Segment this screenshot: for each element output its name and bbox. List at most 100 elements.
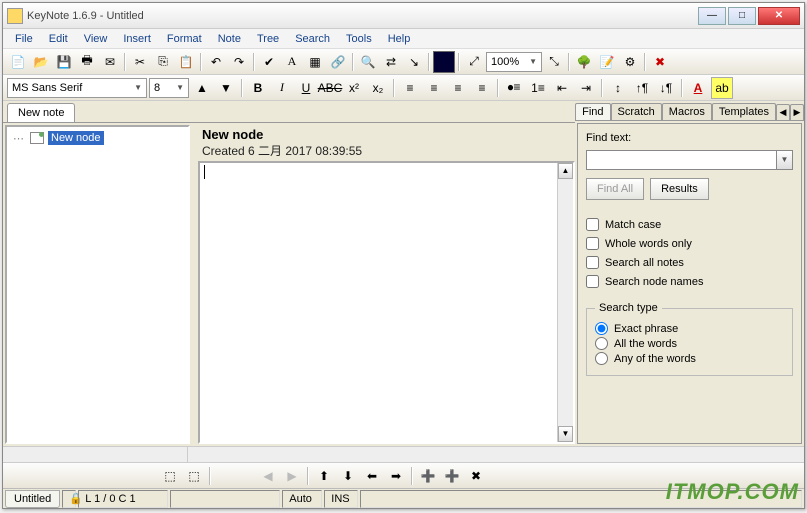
zoom-select[interactable]: 100%▼ [486,52,542,72]
paste-icon[interactable]: 📋 [175,51,197,73]
node-down-icon[interactable]: ⬇ [337,465,359,487]
rtab-prev-icon[interactable]: ◀ [776,104,790,120]
underline-button[interactable]: U [295,77,317,99]
find-input[interactable] [586,150,777,170]
find-dropdown-icon[interactable]: ▼ [777,150,793,170]
chk-node-names[interactable]: Search node names [586,275,793,288]
scroll-up-icon[interactable]: ▲ [558,163,573,179]
menu-help[interactable]: Help [380,31,419,47]
align-center-icon[interactable]: ≡ [423,77,445,99]
radio-all[interactable]: All the words [595,337,784,350]
tab-new-note[interactable]: New note [7,103,75,122]
size-select[interactable]: 8▼ [149,78,189,98]
menu-tools[interactable]: Tools [338,31,380,47]
tree-tool-2-icon[interactable]: ⬚ [183,465,205,487]
splitter[interactable] [192,125,196,444]
maximize-button[interactable]: □ [728,7,756,25]
radio-exact[interactable]: Exact phrase [595,322,784,335]
font-down-icon[interactable]: ▼ [215,77,237,99]
node-right-icon[interactable]: ➡ [385,465,407,487]
font-color-icon[interactable]: A [687,77,709,99]
options-icon[interactable]: ⚙ [619,51,641,73]
nav-fwd-icon[interactable]: ▶ [281,465,303,487]
tree-pane[interactable]: ⋯ New node [5,125,190,444]
highlight-color-icon[interactable]: ab [711,77,733,99]
menu-insert[interactable]: Insert [115,31,159,47]
tree-node[interactable]: ⋯ New node [9,129,186,147]
editor-scrollbar[interactable]: ▲ ▼ [557,163,573,442]
align-left-icon[interactable]: ≡ [399,77,421,99]
menu-note[interactable]: Note [210,31,249,47]
strike-button[interactable]: ABC [319,77,341,99]
menu-search[interactable]: Search [287,31,338,47]
align-right-icon[interactable]: ≡ [447,77,469,99]
tree-icon[interactable]: 🌳 [573,51,595,73]
bullets-icon[interactable]: ⦁≡ [503,77,525,99]
highlight-icon[interactable]: ▦ [304,51,326,73]
subscript-button[interactable]: x₂ [367,77,389,99]
rtab-templates[interactable]: Templates [712,103,776,120]
radio-any[interactable]: Any of the words [595,352,784,365]
print-icon[interactable]: 🖶 [76,51,98,73]
link-icon[interactable]: 🔗 [327,51,349,73]
copy-icon[interactable]: ⎘ [152,51,174,73]
zoom-in-icon[interactable]: ⤡ [543,51,565,73]
outdent-icon[interactable]: ⇤ [551,77,573,99]
para-after-icon[interactable]: ↓¶ [655,77,677,99]
scroll-down-icon[interactable]: ▼ [558,426,573,442]
menu-format[interactable]: Format [159,31,210,47]
editor-area[interactable]: ▲ ▼ [198,161,575,444]
new-icon[interactable]: 📄 [7,51,29,73]
bold-button[interactable]: B [247,77,269,99]
open-icon[interactable]: 📂 [30,51,52,73]
node-addchild-icon[interactable]: ➕ [441,465,463,487]
chk-whole-words[interactable]: Whole words only [586,237,793,250]
para-before-icon[interactable]: ↑¶ [631,77,653,99]
h-scrollbar[interactable] [3,446,804,462]
minimize-button[interactable]: — [698,7,726,25]
find-panel: Find text: ▼ Find All Results Match case… [577,123,802,444]
node-add-icon[interactable]: ➕ [417,465,439,487]
mail-icon[interactable]: ✉ [99,51,121,73]
spellcheck-icon[interactable]: ✔ [258,51,280,73]
findall-button[interactable]: Find All [586,178,644,200]
rtab-macros[interactable]: Macros [662,103,712,120]
rtab-next-icon[interactable]: ▶ [790,104,804,120]
menu-view[interactable]: View [76,31,116,47]
font-up-icon[interactable]: ▲ [191,77,213,99]
delete-icon[interactable]: ✖ [649,51,671,73]
results-button[interactable]: Results [650,178,709,200]
status-file[interactable]: Untitled [5,490,60,508]
goto-icon[interactable]: ↘ [403,51,425,73]
align-justify-icon[interactable]: ≡ [471,77,493,99]
italic-button[interactable]: I [271,77,293,99]
indent-icon[interactable]: ⇥ [575,77,597,99]
superscript-button[interactable]: x² [343,77,365,99]
linespace-icon[interactable]: ↕ [607,77,629,99]
menu-tree[interactable]: Tree [249,31,287,47]
menu-file[interactable]: File [7,31,41,47]
node-up-icon[interactable]: ⬆ [313,465,335,487]
close-button[interactable]: ✕ [758,7,800,25]
tree-tool-1-icon[interactable]: ⬚ [159,465,181,487]
color-swatch-icon[interactable] [433,51,455,73]
find-icon[interactable]: 🔍 [357,51,379,73]
zoom-out-icon[interactable]: ⤢ [463,51,485,73]
replace-icon[interactable]: ⇄ [380,51,402,73]
note-icon[interactable]: 📝 [596,51,618,73]
undo-icon[interactable]: ↶ [205,51,227,73]
node-left-icon[interactable]: ⬅ [361,465,383,487]
redo-icon[interactable]: ↷ [228,51,250,73]
numbers-icon[interactable]: 1≡ [527,77,549,99]
node-del-icon[interactable]: ✖ [465,465,487,487]
nav-back-icon[interactable]: ◀ [257,465,279,487]
rtab-find[interactable]: Find [575,103,610,120]
save-icon[interactable]: 💾 [53,51,75,73]
rtab-scratch[interactable]: Scratch [611,103,662,120]
cut-icon[interactable]: ✂ [129,51,151,73]
chk-match-case[interactable]: Match case [586,218,793,231]
chk-all-notes[interactable]: Search all notes [586,256,793,269]
menu-edit[interactable]: Edit [41,31,76,47]
font-select[interactable]: MS Sans Serif▼ [7,78,147,98]
textbox-icon[interactable]: A [281,51,303,73]
